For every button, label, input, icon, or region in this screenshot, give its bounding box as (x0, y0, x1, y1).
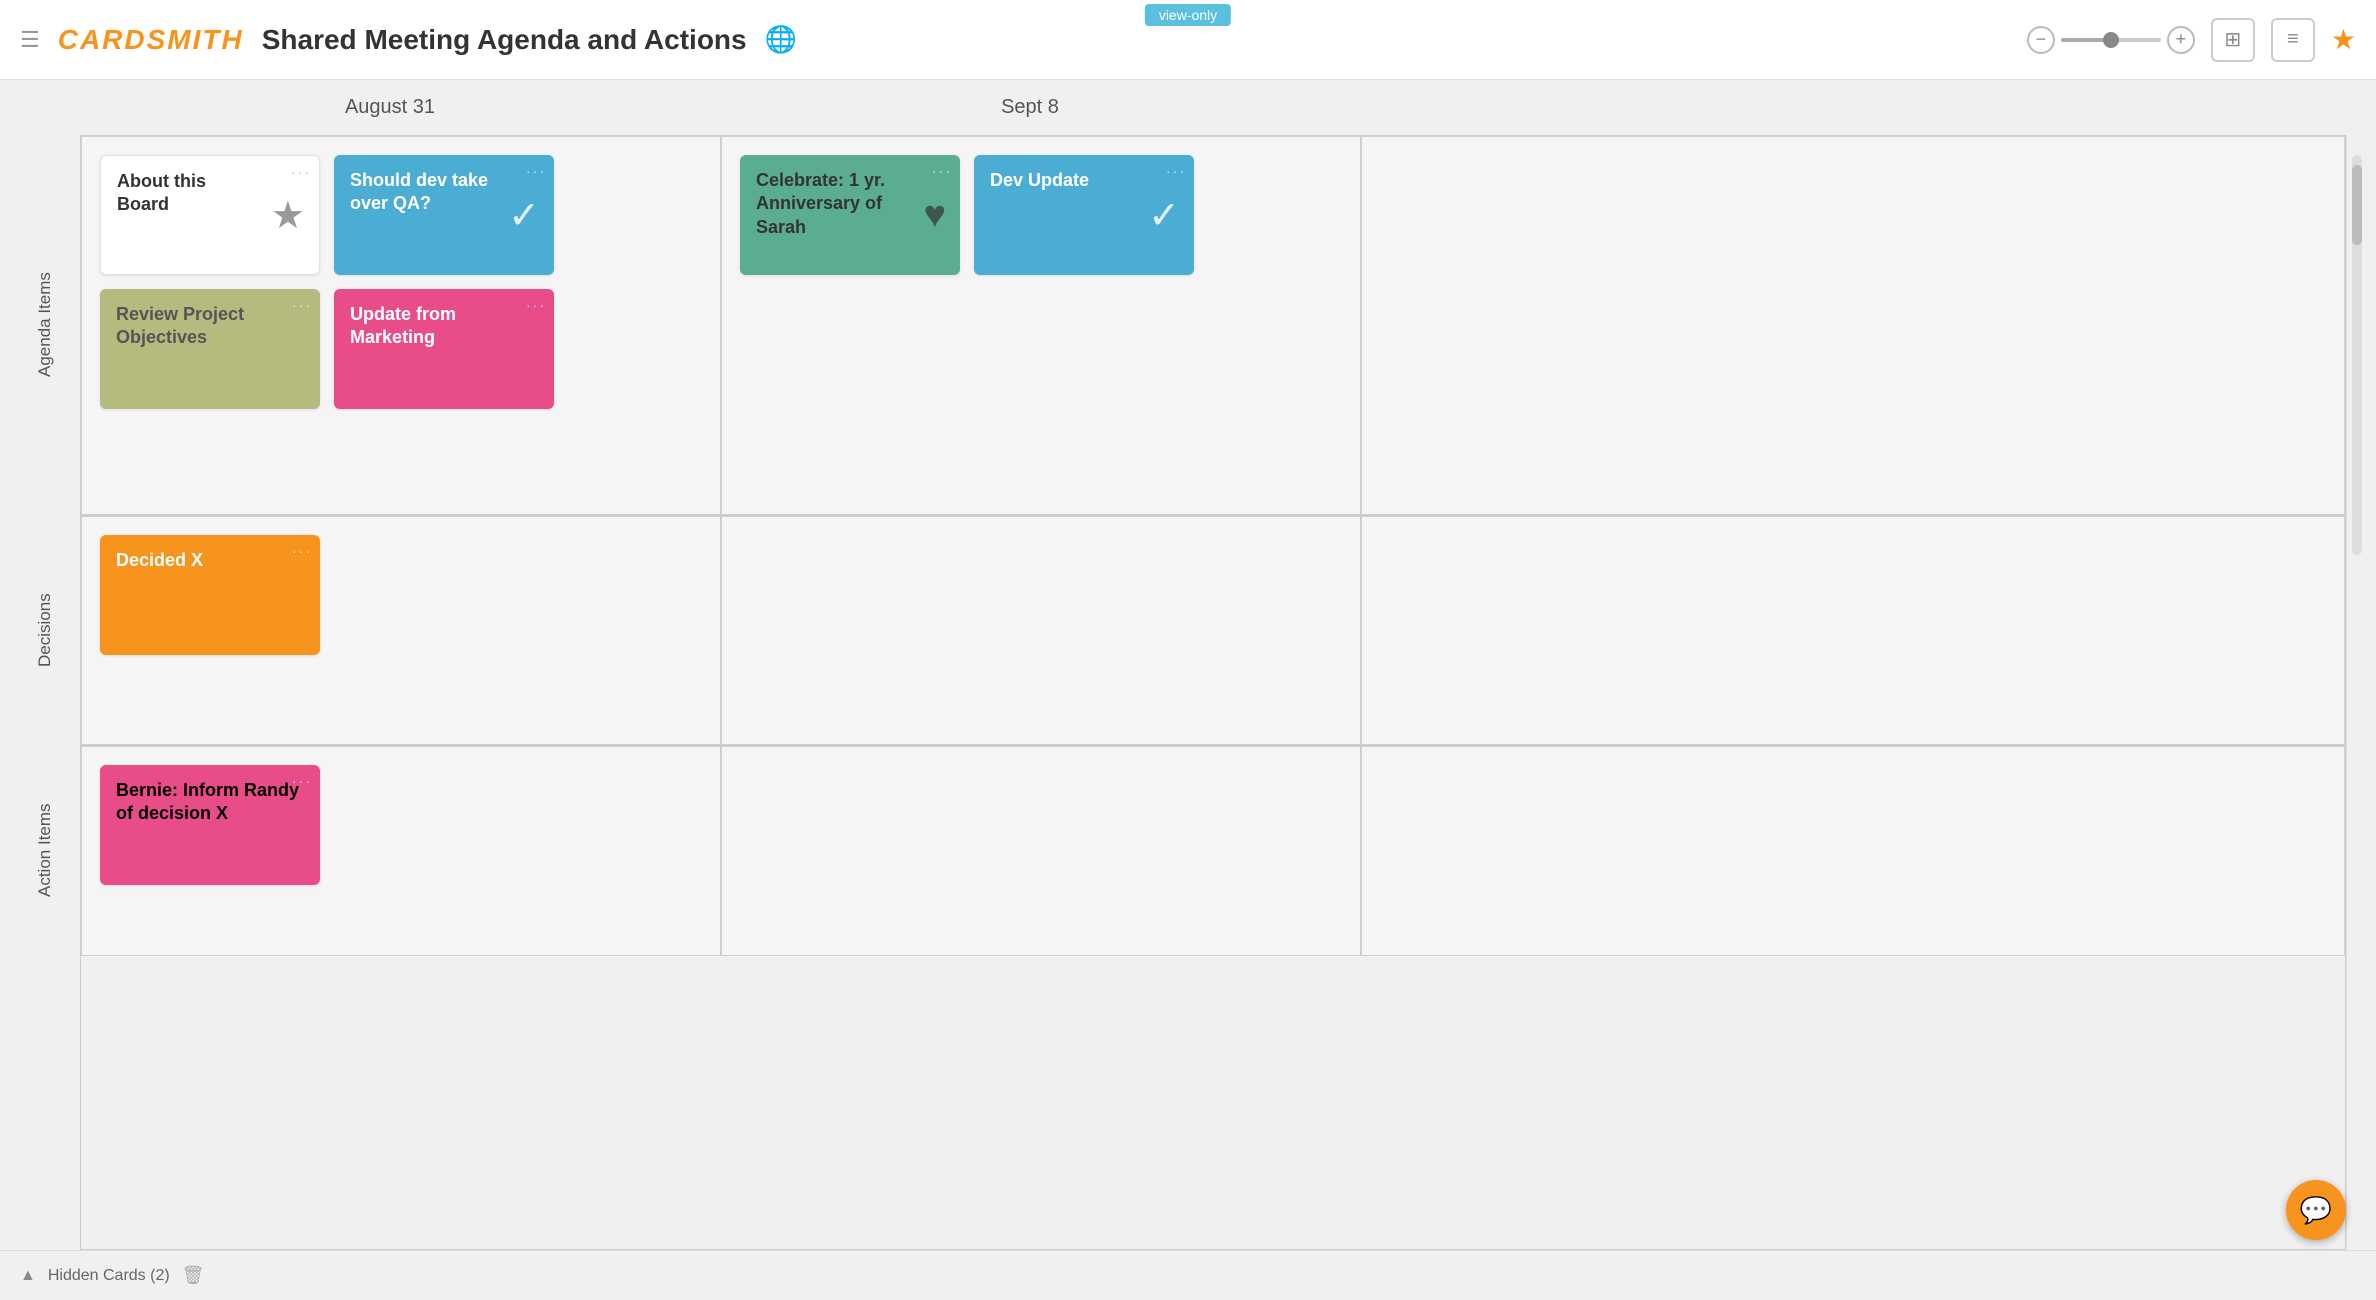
grid-view-button[interactable]: ⊞ (2211, 18, 2255, 62)
decisions-extra-cell (1361, 516, 2345, 745)
card-update-marketing[interactable]: ··· Update from Marketing (334, 289, 554, 409)
chat-icon: 💬 (2300, 1195, 2332, 1226)
row-label-actions: Action Items (10, 745, 80, 955)
card-decided-x[interactable]: ··· Decided X (100, 535, 320, 655)
scrollbar-track (2352, 155, 2362, 555)
card-text: Decided X (116, 549, 306, 572)
chat-button[interactable]: 💬 (2286, 1180, 2346, 1240)
action-sept8-cell (721, 746, 1361, 956)
scrollbar[interactable] (2346, 135, 2366, 1250)
row-label-agenda: Agenda Items (10, 135, 80, 515)
star-card-icon: ★ (271, 193, 305, 238)
zoom-out-button[interactable]: − (2027, 26, 2055, 54)
card-text: Dev Update (990, 169, 1140, 192)
card-text: Update from Marketing (350, 303, 540, 350)
card-text: Should dev take over QA? (350, 169, 500, 216)
check-card-icon: ✓ (1148, 193, 1180, 238)
logo: CARDSMITH (58, 24, 244, 56)
check-card-icon: ✓ (508, 193, 540, 238)
heart-card-icon: ♥ (923, 194, 946, 237)
grid-icon: ⊞ (2225, 27, 2242, 52)
card-menu-icon: ··· (1166, 163, 1186, 179)
agenda-sept8-cell: ··· Celebrate: 1 yr. Anniversary of Sara… (721, 136, 1361, 515)
decisions-sept8-cell (721, 516, 1361, 745)
board-grid: ··· About this Board ★ ··· Should dev ta… (80, 135, 2346, 1250)
col-header-aug31: August 31 (70, 96, 710, 119)
card-menu-icon: ··· (526, 163, 546, 179)
card-text: Review Project Objectives (116, 303, 306, 350)
card-menu-icon: ··· (292, 773, 312, 789)
trash-icon[interactable]: 🗑 (182, 1265, 205, 1286)
favorite-star-icon[interactable]: ★ (2331, 23, 2356, 56)
card-should-dev[interactable]: ··· Should dev take over QA? ✓ (334, 155, 554, 275)
card-menu-icon: ··· (291, 164, 311, 180)
action-aug31-cell: ··· Bernie: Inform Randy of decision X (81, 746, 721, 956)
col-header-sept8: Sept 8 (710, 96, 1350, 119)
header-right: − + ⊞ ≡ ★ (2027, 18, 2356, 62)
zoom-control: − + (2027, 26, 2195, 54)
board-title: Shared Meeting Agenda and Actions (262, 24, 747, 56)
menu-icon[interactable]: ☰ (20, 27, 40, 53)
card-menu-icon: ··· (526, 297, 546, 313)
row-labels: Agenda Items Decisions Action Items (10, 135, 80, 1250)
view-only-badge: view-only (1145, 4, 1231, 26)
card-text: About this Board (117, 170, 263, 217)
column-headers: August 31 Sept 8 (0, 80, 2376, 135)
list-icon: ≡ (2287, 28, 2299, 51)
decisions-aug31-cell: ··· Decided X (81, 516, 721, 745)
card-text: Bernie: Inform Randy of decision X (116, 779, 306, 826)
card-menu-icon: ··· (292, 297, 312, 313)
card-celebrate[interactable]: ··· Celebrate: 1 yr. Anniversary of Sara… (740, 155, 960, 275)
card-text: Celebrate: 1 yr. Anniversary of Sarah (756, 169, 915, 239)
zoom-slider[interactable] (2061, 38, 2161, 42)
agenda-aug31-cell: ··· About this Board ★ ··· Should dev ta… (81, 136, 721, 515)
hidden-cards-arrow[interactable]: ▲ (20, 1267, 36, 1285)
footer: ▲ Hidden Cards (2) 🗑 (0, 1250, 2376, 1300)
zoom-in-button[interactable]: + (2167, 26, 2195, 54)
hidden-cards-text: Hidden Cards (2) (48, 1267, 170, 1285)
header: ☰ CARDSMITH Shared Meeting Agenda and Ac… (0, 0, 2376, 80)
card-menu-icon: ··· (932, 163, 952, 179)
agenda-extra-cell (1361, 136, 2345, 515)
action-extra-cell (1361, 746, 2345, 956)
content-area: August 31 Sept 8 Agenda Items Decisions … (0, 80, 2376, 1250)
card-menu-icon: ··· (292, 543, 312, 559)
globe-icon: 🌐 (765, 24, 797, 55)
card-review-project[interactable]: ··· Review Project Objectives (100, 289, 320, 409)
agenda-row: ··· About this Board ★ ··· Should dev ta… (81, 136, 2345, 516)
scrollbar-thumb[interactable] (2352, 165, 2362, 245)
card-about-board[interactable]: ··· About this Board ★ (100, 155, 320, 275)
row-label-decisions: Decisions (10, 515, 80, 745)
list-view-button[interactable]: ≡ (2271, 18, 2315, 62)
card-dev-update[interactable]: ··· Dev Update ✓ (974, 155, 1194, 275)
action-row: ··· Bernie: Inform Randy of decision X (81, 746, 2345, 956)
card-bernie-inform[interactable]: ··· Bernie: Inform Randy of decision X (100, 765, 320, 885)
decisions-row: ··· Decided X (81, 516, 2345, 746)
